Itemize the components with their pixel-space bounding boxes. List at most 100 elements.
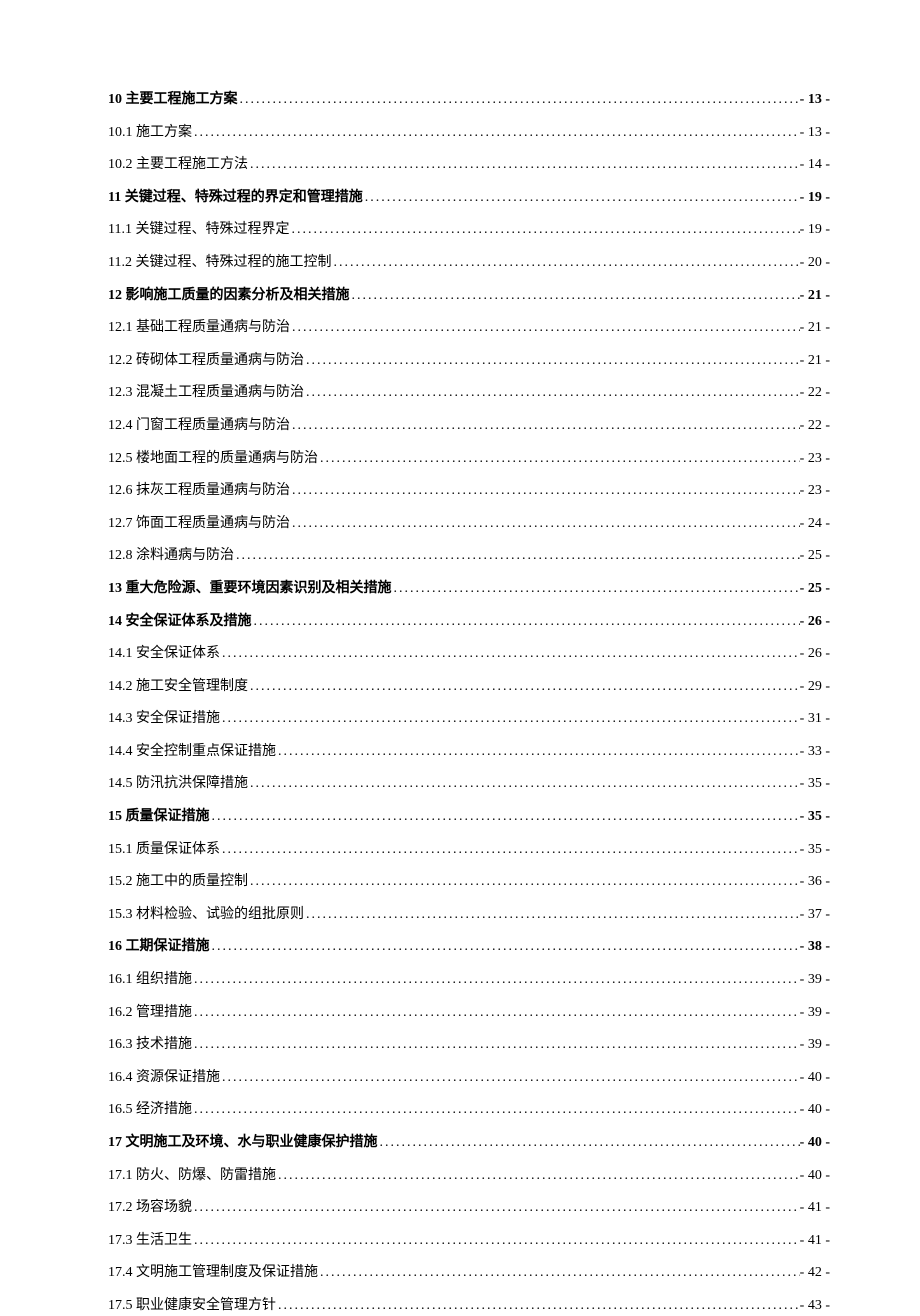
toc-entry: 14 安全保证体系及措施- 26 - xyxy=(108,612,830,632)
toc-entry-leader xyxy=(248,155,800,175)
toc-entry-leader xyxy=(234,546,800,566)
toc-entry-page: - 22 - xyxy=(800,383,830,403)
toc-entry-label: 15 质量保证措施 xyxy=(108,807,210,827)
toc-entry-label: 12.1 基础工程质量通病与防治 xyxy=(108,318,290,338)
toc-entry-page: - 31 - xyxy=(800,709,830,729)
toc-entry-leader xyxy=(248,872,800,892)
toc-entry-leader xyxy=(290,416,800,436)
toc-entry-label: 11.1 关键过程、特殊过程界定 xyxy=(108,220,289,240)
toc-entry-leader xyxy=(378,1133,800,1153)
toc-entry-leader xyxy=(192,1100,800,1120)
toc-entry-leader xyxy=(276,742,800,762)
toc-entry-leader xyxy=(210,807,800,827)
toc-entry-leader xyxy=(192,1035,800,1055)
toc-entry: 15.1 质量保证体系 - 35 - xyxy=(108,840,830,860)
toc-entry-page: - 40 - xyxy=(800,1068,830,1088)
toc-entry-label: 16.5 经济措施 xyxy=(108,1100,192,1120)
toc-entry-page: - 38 - xyxy=(800,937,830,957)
toc-entry-label: 10.1 施工方案 xyxy=(108,123,192,143)
toc-entry-leader xyxy=(238,90,800,110)
toc-entry-leader xyxy=(290,514,800,534)
toc-entry-page: - 22 - xyxy=(800,416,830,436)
toc-entry-leader xyxy=(290,481,800,501)
toc-entry-page: - 42 - xyxy=(800,1263,830,1283)
toc-entry: 16.3 技术措施 - 39 - xyxy=(108,1035,830,1055)
toc-entry-page: - 23 - xyxy=(800,449,830,469)
toc-entry-leader xyxy=(276,1166,800,1186)
toc-entry-label: 16 工期保证措施 xyxy=(108,937,210,957)
toc-entry-label: 17.3 生活卫生 xyxy=(108,1231,192,1251)
toc-entry: 17.4 文明施工管理制度及保证措施- 42 - xyxy=(108,1263,830,1283)
toc-entry-label: 13 重大危险源、重要环境因素识别及相关措施 xyxy=(108,579,392,599)
toc-entry-leader xyxy=(220,840,800,860)
toc-entry: 14.5 防汛抗洪保障措施- 35 - xyxy=(108,774,830,794)
toc-entry-leader xyxy=(392,579,800,599)
toc-entry: 14.2 施工安全管理制度- 29 - xyxy=(108,677,830,697)
toc-entry-leader xyxy=(192,970,800,990)
toc-entry-page: - 36 - xyxy=(800,872,830,892)
toc-entry: 15 质量保证措施 - 35 - xyxy=(108,807,830,827)
toc-entry-leader xyxy=(331,253,799,273)
toc-entry: 14.4 安全控制重点保证措施 - 33 - xyxy=(108,742,830,762)
toc-entry: 12.5 楼地面工程的质量通病与防治- 23 - xyxy=(108,449,830,469)
toc-entry-page: - 35 - xyxy=(800,807,830,827)
toc-entry-leader xyxy=(289,220,799,240)
toc-entry: 14.1 安全保证体系- 26 - xyxy=(108,644,830,664)
toc-entry: 11 关键过程、特殊过程的界定和管理措施- 19 - xyxy=(108,188,830,208)
toc-entry-page: - 39 - xyxy=(800,1035,830,1055)
toc-entry-leader xyxy=(192,1198,800,1218)
toc-entry-page: - 40 - xyxy=(800,1166,830,1186)
toc-entry-label: 12.2 砖砌体工程质量通病与防治 xyxy=(108,351,304,371)
toc-entry-leader xyxy=(210,937,800,957)
toc-entry-page: - 35 - xyxy=(800,774,830,794)
toc-entry-label: 10 主要工程施工方案 xyxy=(108,90,238,110)
toc-entry-label: 12 影响施工质量的因素分析及相关措施 xyxy=(108,286,350,306)
toc-entry-leader xyxy=(248,774,800,794)
toc-entry-page: - 40 - xyxy=(800,1133,830,1153)
toc-entry: 16 工期保证措施 - 38 - xyxy=(108,937,830,957)
toc-entry: 17.2 场容场貌- 41 - xyxy=(108,1198,830,1218)
toc-entry-label: 10.2 主要工程施工方法 xyxy=(108,155,248,175)
toc-entry-page: - 19 - xyxy=(800,220,830,240)
toc-entry-label: 11.2 关键过程、特殊过程的施工控制 xyxy=(108,253,331,273)
toc-entry-label: 12.3 混凝土工程质量通病与防治 xyxy=(108,383,304,403)
toc-entry-page: - 13 - xyxy=(800,123,830,143)
toc-entry-label: 14.1 安全保证体系 xyxy=(108,644,220,664)
toc-entry-label: 14.3 安全保证措施 xyxy=(108,709,220,729)
toc-entry: 17.1 防火、防爆、防雷措施 - 40 - xyxy=(108,1166,830,1186)
toc-entry: 11.1 关键过程、特殊过程界定 - 19 - xyxy=(108,220,830,240)
toc-entry-label: 16.4 资源保证措施 xyxy=(108,1068,220,1088)
toc-entry: 16.1 组织措施- 39 - xyxy=(108,970,830,990)
toc-entry-page: - 37 - xyxy=(800,905,830,925)
toc-entry-page: - 21 - xyxy=(800,351,830,371)
toc-entry-page: - 39 - xyxy=(800,1003,830,1023)
toc-entry-leader xyxy=(252,612,800,632)
toc-entry: 12.2 砖砌体工程质量通病与防治 - 21 - xyxy=(108,351,830,371)
toc-entry-label: 17.2 场容场貌 xyxy=(108,1198,192,1218)
toc-entry-page: - 23 - xyxy=(800,481,830,501)
toc-entry-leader xyxy=(318,1263,800,1283)
toc-entry: 17.5 职业健康安全管理方针- 43 - xyxy=(108,1296,830,1316)
toc-entry-page: - 35 - xyxy=(800,840,830,860)
toc-entry-leader xyxy=(192,1231,800,1251)
toc-entry-label: 16.2 管理措施 xyxy=(108,1003,192,1023)
toc-entry-leader xyxy=(220,1068,800,1088)
toc-entry-label: 14.4 安全控制重点保证措施 xyxy=(108,742,276,762)
toc-entry-label: 11 关键过程、特殊过程的界定和管理措施 xyxy=(108,188,363,208)
toc-entry: 12.4 门窗工程质量通病与防治- 22 - xyxy=(108,416,830,436)
toc-entry-leader xyxy=(220,709,800,729)
toc-entry-leader xyxy=(192,123,800,143)
toc-entry-page: - 41 - xyxy=(800,1231,830,1251)
toc-entry-label: 16.3 技术措施 xyxy=(108,1035,192,1055)
toc-entry-page: - 29 - xyxy=(800,677,830,697)
toc-entry-page: - 33 - xyxy=(800,742,830,762)
toc-entry-leader xyxy=(363,188,800,208)
toc-entry-page: - 40 - xyxy=(800,1100,830,1120)
toc-entry: 17 文明施工及环境、水与职业健康保护措施- 40 - xyxy=(108,1133,830,1153)
toc-entry-page: - 39 - xyxy=(800,970,830,990)
toc-entry-label: 17.1 防火、防爆、防雷措施 xyxy=(108,1166,276,1186)
toc-entry-page: - 14 - xyxy=(800,155,830,175)
toc-entry-label: 15.1 质量保证体系 xyxy=(108,840,220,860)
toc-entry-page: - 25 - xyxy=(800,579,830,599)
toc-entry: 10.2 主要工程施工方法 - 14 - xyxy=(108,155,830,175)
